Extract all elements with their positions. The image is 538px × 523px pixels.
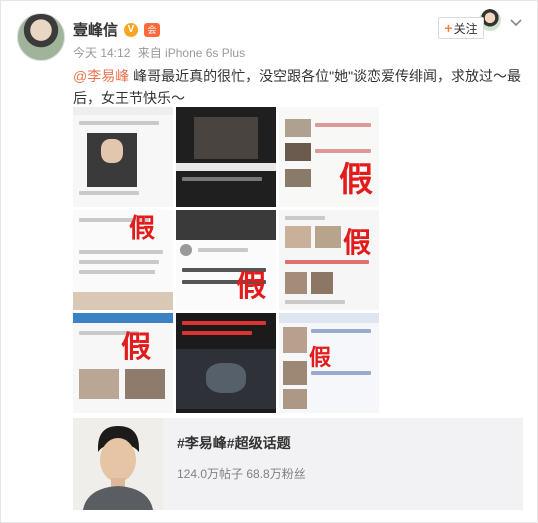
fake-stamp: 假 (339, 160, 373, 200)
topic-stats: 124.0万帖子 68.8万粉丝 (177, 467, 306, 481)
image-thumbnail[interactable]: 假 (279, 210, 379, 310)
member-icon: 会 (144, 22, 161, 37)
fake-stamp: 假 (343, 226, 372, 259)
post-body: 峰哥最近真的很忙，没空跟各位"她"谈恋爱传绯闻，求放过～最后，女王节快乐～ (73, 68, 522, 106)
topic-title[interactable]: #李易峰#超级话题 (177, 433, 291, 453)
image-thumbnail[interactable] (176, 107, 276, 207)
topic-avatar (73, 418, 163, 510)
post-text: @李易峰 峰哥最近真的很忙，没空跟各位"她"谈恋爱传绯闻，求放过～最后，女王节快… (73, 65, 523, 109)
image-thumbnail[interactable]: 假 (176, 210, 276, 310)
image-thumbnail[interactable] (176, 313, 276, 413)
verified-icon: V (124, 22, 139, 37)
fake-stamp: 假 (236, 269, 266, 304)
fake-stamp: 假 (129, 214, 156, 244)
image-thumbnail[interactable]: 假 (73, 313, 173, 413)
chevron-down-icon[interactable] (509, 15, 523, 29)
follow-label: 关注 (453, 21, 478, 36)
image-thumbnail[interactable]: 假 (279, 107, 379, 207)
post-meta: 今天 14:12 来自 iPhone 6s Plus (73, 44, 249, 61)
fake-stamp: 假 (121, 330, 151, 365)
image-grid: 假 假 假 假 假 假 (73, 107, 379, 413)
weibo-post: 壹峰信 V 会 今天 14:12 来自 iPhone 6s Plus + 关注 … (0, 0, 538, 523)
super-topic-card[interactable]: #李易峰#超级话题 124.0万帖子 68.8万粉丝 (73, 418, 523, 510)
username[interactable]: 壹峰信 (73, 19, 118, 40)
post-header: 壹峰信 V 会 (73, 19, 161, 40)
fake-stamp: 假 (309, 345, 332, 371)
post-time[interactable]: 今天 14:12 (73, 46, 130, 60)
mention-link[interactable]: @李易峰 (73, 68, 129, 84)
image-thumbnail[interactable]: 假 (279, 313, 379, 413)
image-thumbnail[interactable] (73, 107, 173, 207)
user-avatar[interactable] (17, 13, 65, 61)
image-thumbnail[interactable]: 假 (73, 210, 173, 310)
plus-icon: + (444, 20, 453, 36)
post-source: 来自 iPhone 6s Plus (137, 46, 246, 60)
follow-button[interactable]: + 关注 (438, 17, 484, 39)
